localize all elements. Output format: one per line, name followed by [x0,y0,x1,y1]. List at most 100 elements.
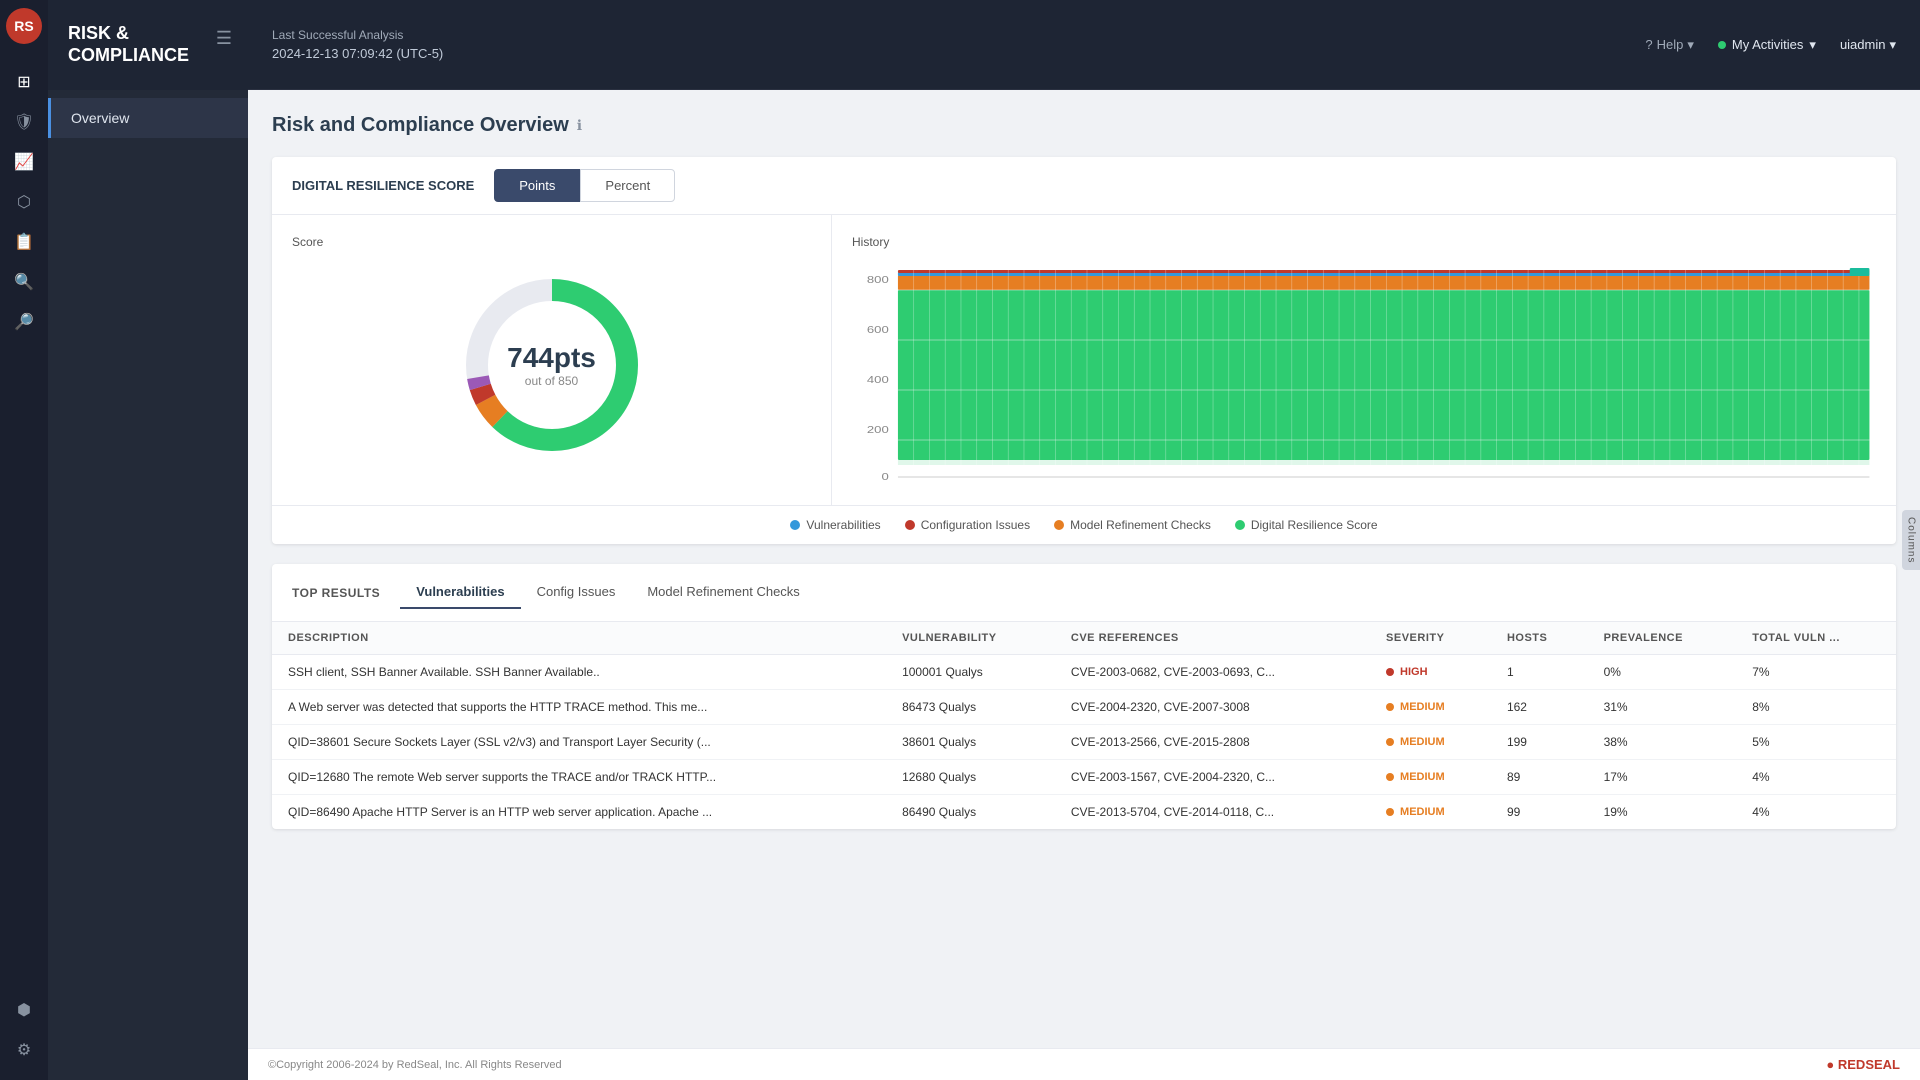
legend-vulnerabilities: Vulnerabilities [790,518,880,532]
row-description: QID=86490 Apache HTTP Server is an HTTP … [272,795,886,830]
row-severity: MEDIUM [1370,795,1491,830]
row-vulnerability: 86490 Qualys [886,795,1055,830]
col-prevalence: PREVALENCE [1588,622,1737,655]
severity-dot [1386,773,1394,781]
severity-label: MEDIUM [1400,806,1445,818]
row-cve: CVE-2003-1567, CVE-2004-2320, C... [1055,760,1370,795]
sidebar-item-overview[interactable]: Overview [48,98,248,138]
row-description: SSH client, SSH Banner Available. SSH Ba… [272,655,886,690]
severity-label: MEDIUM [1400,771,1445,783]
col-hosts: HOSTS [1491,622,1588,655]
info-icon[interactable]: ℹ [577,117,582,134]
severity-dot [1386,738,1394,746]
tab-percent[interactable]: Percent [580,169,675,202]
footer-logo: ● REDSEAL [1826,1057,1900,1072]
table-row: QID=38601 Secure Sockets Layer (SSL v2/v… [272,725,1896,760]
results-table: DESCRIPTION VULNERABILITY CVE REFERENCES… [272,622,1896,829]
table-row: SSH client, SSH Banner Available. SSH Ba… [272,655,1896,690]
nav-dashboard-icon[interactable]: ⊞ [6,64,42,100]
topbar: Last Successful Analysis 2024-12-13 07:0… [248,0,1920,90]
row-prevalence: 0% [1588,655,1737,690]
nav-shield-icon[interactable]: 🛡 [6,104,42,140]
row-prevalence: 19% [1588,795,1737,830]
nav-settings-icon[interactable]: ⚙ [6,1032,42,1068]
svg-text:800: 800 [867,274,889,285]
nav-report-icon[interactable]: 📋 [6,224,42,260]
results-tab-vulnerabilities[interactable]: Vulnerabilities [400,576,520,609]
results-card: TOP RESULTS Vulnerabilities Config Issue… [272,564,1896,829]
nav-topology-icon[interactable]: ⬢ [6,992,42,1028]
table-row: QID=12680 The remote Web server supports… [272,760,1896,795]
svg-text:200: 200 [867,424,889,435]
severity-label: HIGH [1400,666,1428,678]
row-total: 7% [1736,655,1896,690]
row-hosts: 99 [1491,795,1588,830]
row-hosts: 1 [1491,655,1588,690]
results-header: TOP RESULTS Vulnerabilities Config Issue… [272,564,1896,622]
score-label: Score [292,235,811,249]
page-title: Risk and Compliance Overview [272,114,569,137]
score-card-title: DIGITAL RESILIENCE SCORE [292,178,474,193]
nav-chart-icon[interactable]: 📈 [6,144,42,180]
col-total: TOTAL VULN ... [1736,622,1896,655]
sidebar-header: RISK & COMPLIANCE ☰ [48,0,248,90]
row-severity: MEDIUM [1370,760,1491,795]
help-button[interactable]: ? Help ▾ [1645,37,1694,53]
page-title-row: Risk and Compliance Overview ℹ [272,114,1896,137]
topbar-right: ? Help ▾ My Activities ▾ uiadmin ▾ [1645,37,1896,53]
activities-button[interactable]: My Activities ▾ [1718,37,1816,53]
col-vulnerability: VULNERABILITY [886,622,1055,655]
sidebar-title: RISK & COMPLIANCE [68,23,228,66]
nav-network-icon[interactable]: ⬡ [6,184,42,220]
help-icon: ? [1645,37,1652,52]
row-vulnerability: 86473 Qualys [886,690,1055,725]
legend-digital-score: Digital Resilience Score [1235,518,1378,532]
help-chevron-icon: ▾ [1687,37,1694,53]
row-total: 8% [1736,690,1896,725]
row-vulnerability: 38601 Qualys [886,725,1055,760]
analysis-info: Last Successful Analysis 2024-12-13 07:0… [272,28,1645,61]
row-hosts: 199 [1491,725,1588,760]
svg-text:400: 400 [867,374,889,385]
analysis-date: 2024-12-13 07:09:42 (UTC-5) [272,46,1645,61]
row-hosts: 89 [1491,760,1588,795]
score-sub: out of 850 [507,374,596,388]
row-hosts: 162 [1491,690,1588,725]
legend-dot-config [905,520,915,530]
history-svg: 800 600 400 200 0 // We'll draw this wit… [852,265,1876,485]
legend-model-checks: Model Refinement Checks [1054,518,1211,532]
bar-group [914,270,1859,477]
severity-label: MEDIUM [1400,701,1445,713]
hamburger-icon[interactable]: ☰ [216,28,232,49]
row-total: 4% [1736,760,1896,795]
row-total: 4% [1736,795,1896,830]
nav-search-icon[interactable]: 🔍 [6,264,42,300]
score-value: 744pts [507,342,596,374]
row-vulnerability: 12680 Qualys [886,760,1055,795]
severity-dot [1386,668,1394,676]
donut-chart-container: 744pts out of 850 [292,265,811,465]
score-left-panel: Score [272,215,832,505]
row-cve: CVE-2004-2320, CVE-2007-3008 [1055,690,1370,725]
severity-label: MEDIUM [1400,736,1445,748]
activities-indicator [1718,41,1726,49]
results-tab-model[interactable]: Model Refinement Checks [631,576,815,609]
columns-handle[interactable]: Columns [1902,510,1920,570]
row-cve: CVE-2013-5704, CVE-2014-0118, C... [1055,795,1370,830]
nav-search2-icon[interactable]: 🔎 [6,304,42,340]
main-content: Risk and Compliance Overview ℹ DIGITAL R… [248,90,1920,1080]
row-prevalence: 38% [1588,725,1737,760]
legend-dot-score [1235,520,1245,530]
results-title: TOP RESULTS [292,586,380,600]
row-description: A Web server was detected that supports … [272,690,886,725]
sidebar-nav: Overview [48,90,248,146]
severity-dot [1386,703,1394,711]
score-body: Score [272,215,1896,505]
app-logo[interactable]: RS [6,8,42,44]
row-prevalence: 31% [1588,690,1737,725]
results-tab-config[interactable]: Config Issues [521,576,632,609]
table-row: A Web server was detected that supports … [272,690,1896,725]
tab-points[interactable]: Points [494,169,580,202]
sidebar: RISK & COMPLIANCE ☰ Overview [48,0,248,1080]
user-menu[interactable]: uiadmin ▾ [1840,37,1896,53]
